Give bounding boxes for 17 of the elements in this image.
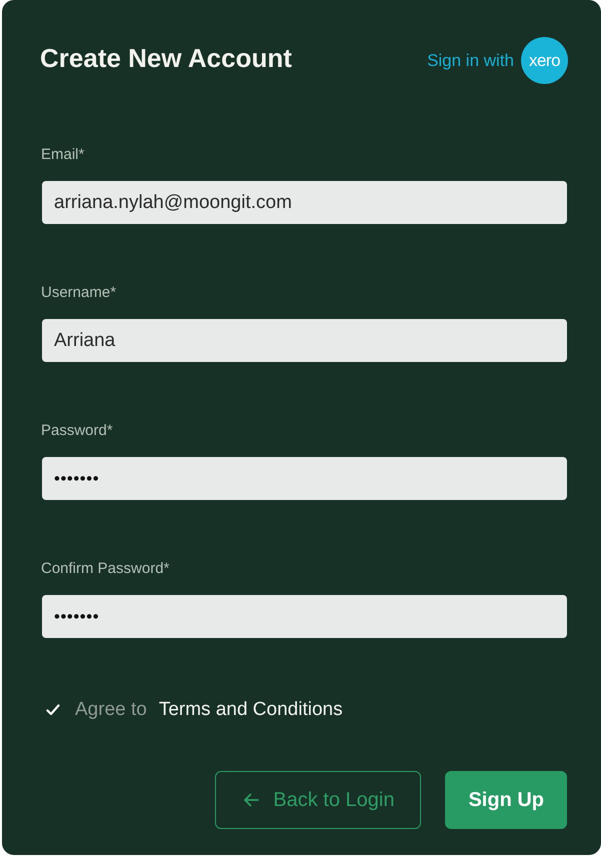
form-title: Create New Account [40,42,292,74]
sign-in-link[interactable]: Sign in with xero [427,37,568,84]
input-field[interactable]: arriana.nylah@moongit.com [42,181,567,224]
input-field[interactable]: Arriana [42,319,567,362]
field-label: Confirm Password* [41,560,170,578]
terms-link[interactable]: Terms and Conditions [158,699,343,721]
password-field[interactable]: ••••••• [42,595,567,638]
field-label: Username* [41,284,116,302]
field-label: Email* [41,146,84,164]
password-field[interactable]: ••••••• [42,457,567,500]
field-label: Password* [41,422,113,440]
sign-up-button[interactable]: Sign Up [445,771,567,829]
checkmark-icon[interactable] [46,704,60,716]
arrow-left-icon [243,793,260,807]
back-button[interactable]: Back to Login [215,771,422,829]
agree-label: Agree to [75,699,147,721]
logo-badge: xero [521,37,568,84]
